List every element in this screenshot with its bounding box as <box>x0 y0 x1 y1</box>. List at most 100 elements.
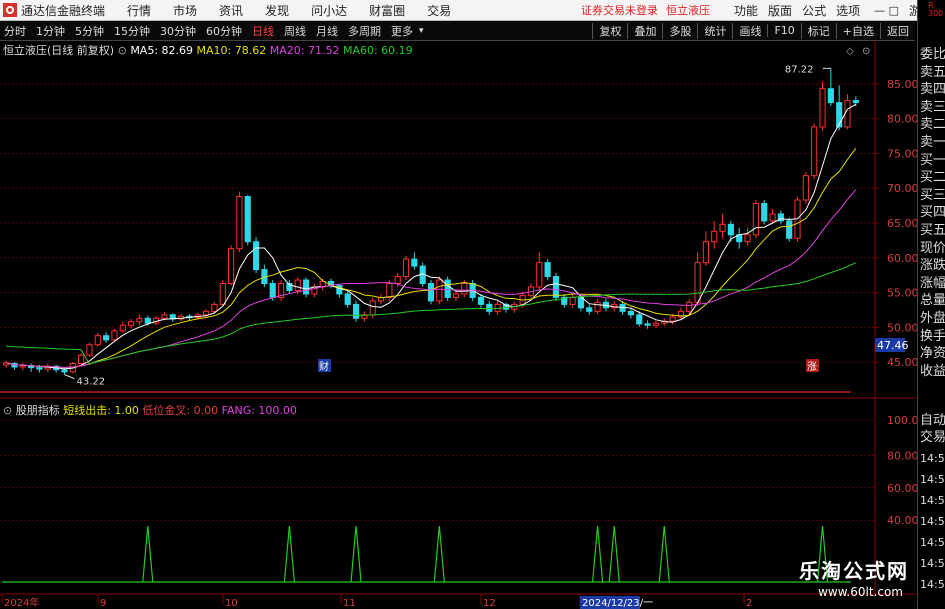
tab-monthly[interactable]: 月线 <box>316 23 338 39</box>
indicator-b: 低位金叉: 0.00 <box>142 404 219 417</box>
sidebar-item-11[interactable]: 现价 <box>920 241 945 256</box>
ma60-value: MA60: 60.19 <box>342 44 413 57</box>
ma5-line <box>6 103 857 370</box>
sidebar-item-13[interactable]: 涨幅 <box>920 276 945 291</box>
candle-body <box>427 283 435 302</box>
tab-60min[interactable]: 60分钟 <box>206 23 242 39</box>
btn-mark[interactable]: 标记 <box>800 22 836 39</box>
sidebar-item-20[interactable]: 交易 <box>920 431 945 445</box>
price-tick-label: 80.00 <box>887 113 917 126</box>
tab-timeshare[interactable]: 分时 <box>4 23 26 39</box>
btn-back[interactable]: 返回 <box>880 22 915 39</box>
candle-body <box>203 310 210 316</box>
ma20-value: MA20: 71.52 <box>269 44 340 57</box>
candle-body <box>169 314 176 320</box>
btn-multi[interactable]: 多股 <box>662 22 697 39</box>
candle-body <box>361 314 368 319</box>
tab-multi[interactable]: 多周期 <box>348 23 381 39</box>
window-controls[interactable]: — □ <box>874 4 899 17</box>
sidebar-item-0[interactable]: 委比 <box>920 48 945 62</box>
ma20-line <box>6 189 857 369</box>
candle-body <box>269 283 276 298</box>
date-tick-label: 2 <box>746 598 752 609</box>
candle-body <box>352 303 360 319</box>
menu-wealth[interactable]: 财富圈 <box>369 2 405 19</box>
btn-watchlist[interactable]: +自选 <box>835 22 880 39</box>
candle-body <box>744 234 751 243</box>
menu-news[interactable]: 资讯 <box>219 2 243 19</box>
menu-layout[interactable]: 版面 <box>768 2 792 19</box>
trade-login-status[interactable]: 证券交易未登录 <box>581 2 658 18</box>
menu-options[interactable]: 选项 <box>836 2 860 19</box>
tab-15min[interactable]: 15分钟 <box>114 23 150 39</box>
candle-body <box>686 301 693 312</box>
btn-stats[interactable]: 统计 <box>697 22 732 39</box>
ind-tick-label: 80.00 <box>887 449 917 462</box>
candle-body <box>469 283 476 298</box>
candle-body <box>461 283 468 295</box>
btn-overlay[interactable]: 叠加 <box>627 22 662 39</box>
btn-adjust[interactable]: 复权 <box>592 22 627 39</box>
indicator-name: 股朋指标 <box>15 404 60 417</box>
sidebar-item-2[interactable]: 卖四 <box>920 83 945 97</box>
tab-1min[interactable]: 1分钟 <box>36 23 65 39</box>
candle-body <box>111 330 118 341</box>
menu-market[interactable]: 市场 <box>173 2 197 19</box>
sidebar-item-18[interactable]: 收益 <box>920 364 945 379</box>
tab-5min[interactable]: 5分钟 <box>75 23 104 39</box>
candle-body <box>402 258 410 278</box>
ma10-line <box>6 148 857 369</box>
menu-trade[interactable]: 交易 <box>427 2 451 19</box>
price-tick-label: 65.00 <box>887 217 917 230</box>
sidebar-item-17[interactable]: 净资 <box>920 347 945 361</box>
date-highlight <box>580 596 640 609</box>
candle-body <box>44 365 51 370</box>
sidebar-item-10[interactable]: 买五 <box>920 224 945 238</box>
sidebar-item-5[interactable]: 卖一 <box>920 136 945 150</box>
tab-30min[interactable]: 30分钟 <box>160 23 196 39</box>
sidebar-item-7[interactable]: 买二 <box>920 171 945 185</box>
ma60-line <box>6 262 856 365</box>
menu-formula[interactable]: 公式 <box>802 2 826 19</box>
sidebar-item-6[interactable]: 买一 <box>920 153 945 168</box>
tab-daily[interactable]: 日线 <box>252 23 274 39</box>
btn-draw[interactable]: 画线 <box>732 22 767 39</box>
candle-body <box>394 276 401 285</box>
kline-chart[interactable]: 85.00 80.00 75.00 70.00 65.00 60.00 55.00 50.00… <box>0 0 917 609</box>
low-label: 43.22 <box>76 377 105 388</box>
sidebar-item-3[interactable]: 卖三 <box>920 100 945 115</box>
sidebar-item-16[interactable]: 换手 <box>920 329 945 344</box>
sidebar-item-14[interactable]: 总量 <box>920 294 945 308</box>
btn-f10[interactable]: F10 <box>767 24 800 37</box>
sidebar-item-19[interactable]: 自动 <box>920 414 945 428</box>
tab-weekly[interactable]: 周线 <box>284 23 306 39</box>
tab-more[interactable]: 更多 <box>391 23 413 39</box>
menu-discover[interactable]: 发现 <box>265 2 289 19</box>
sidebar-time-2: 14:56 <box>920 494 945 507</box>
settings-icon[interactable]: ⊙ <box>118 44 127 57</box>
price-tick-label: 70.00 <box>887 182 917 195</box>
zoom-icon: ⊙ <box>862 46 870 57</box>
sidebar-item-4[interactable]: 卖二 <box>920 118 945 132</box>
menu-function[interactable]: 功能 <box>734 2 758 19</box>
candle-body <box>519 294 526 305</box>
sidebar-item-15[interactable]: 外盘 <box>920 312 945 326</box>
ind-tick-label: 60.00 <box>887 482 917 495</box>
date-tick-label: 9 <box>100 598 106 609</box>
candle-body <box>444 279 451 298</box>
candle-body <box>236 196 243 250</box>
sidebar-item-12[interactable]: 涨跌 <box>920 259 945 273</box>
sidebar-time-0: 14:56 <box>920 452 945 465</box>
indicator-settings-icon[interactable]: ⊙ <box>3 404 12 417</box>
more-dropdown-icon[interactable]: ▾ <box>419 26 424 36</box>
sidebar-item-9[interactable]: 买四 <box>920 206 945 220</box>
menu-xiaoda[interactable]: 问小达 <box>311 2 347 19</box>
sidebar-item-1[interactable]: 卖五 <box>920 65 945 80</box>
indicator-spike <box>350 525 362 583</box>
sidebar-item-8[interactable]: 买三 <box>920 188 945 203</box>
candle-body <box>128 321 135 326</box>
menu-quotes[interactable]: 行情 <box>127 2 151 19</box>
candle-body <box>502 303 510 310</box>
indicator-spike <box>608 525 620 583</box>
date-tick-label: 11 <box>343 598 356 609</box>
